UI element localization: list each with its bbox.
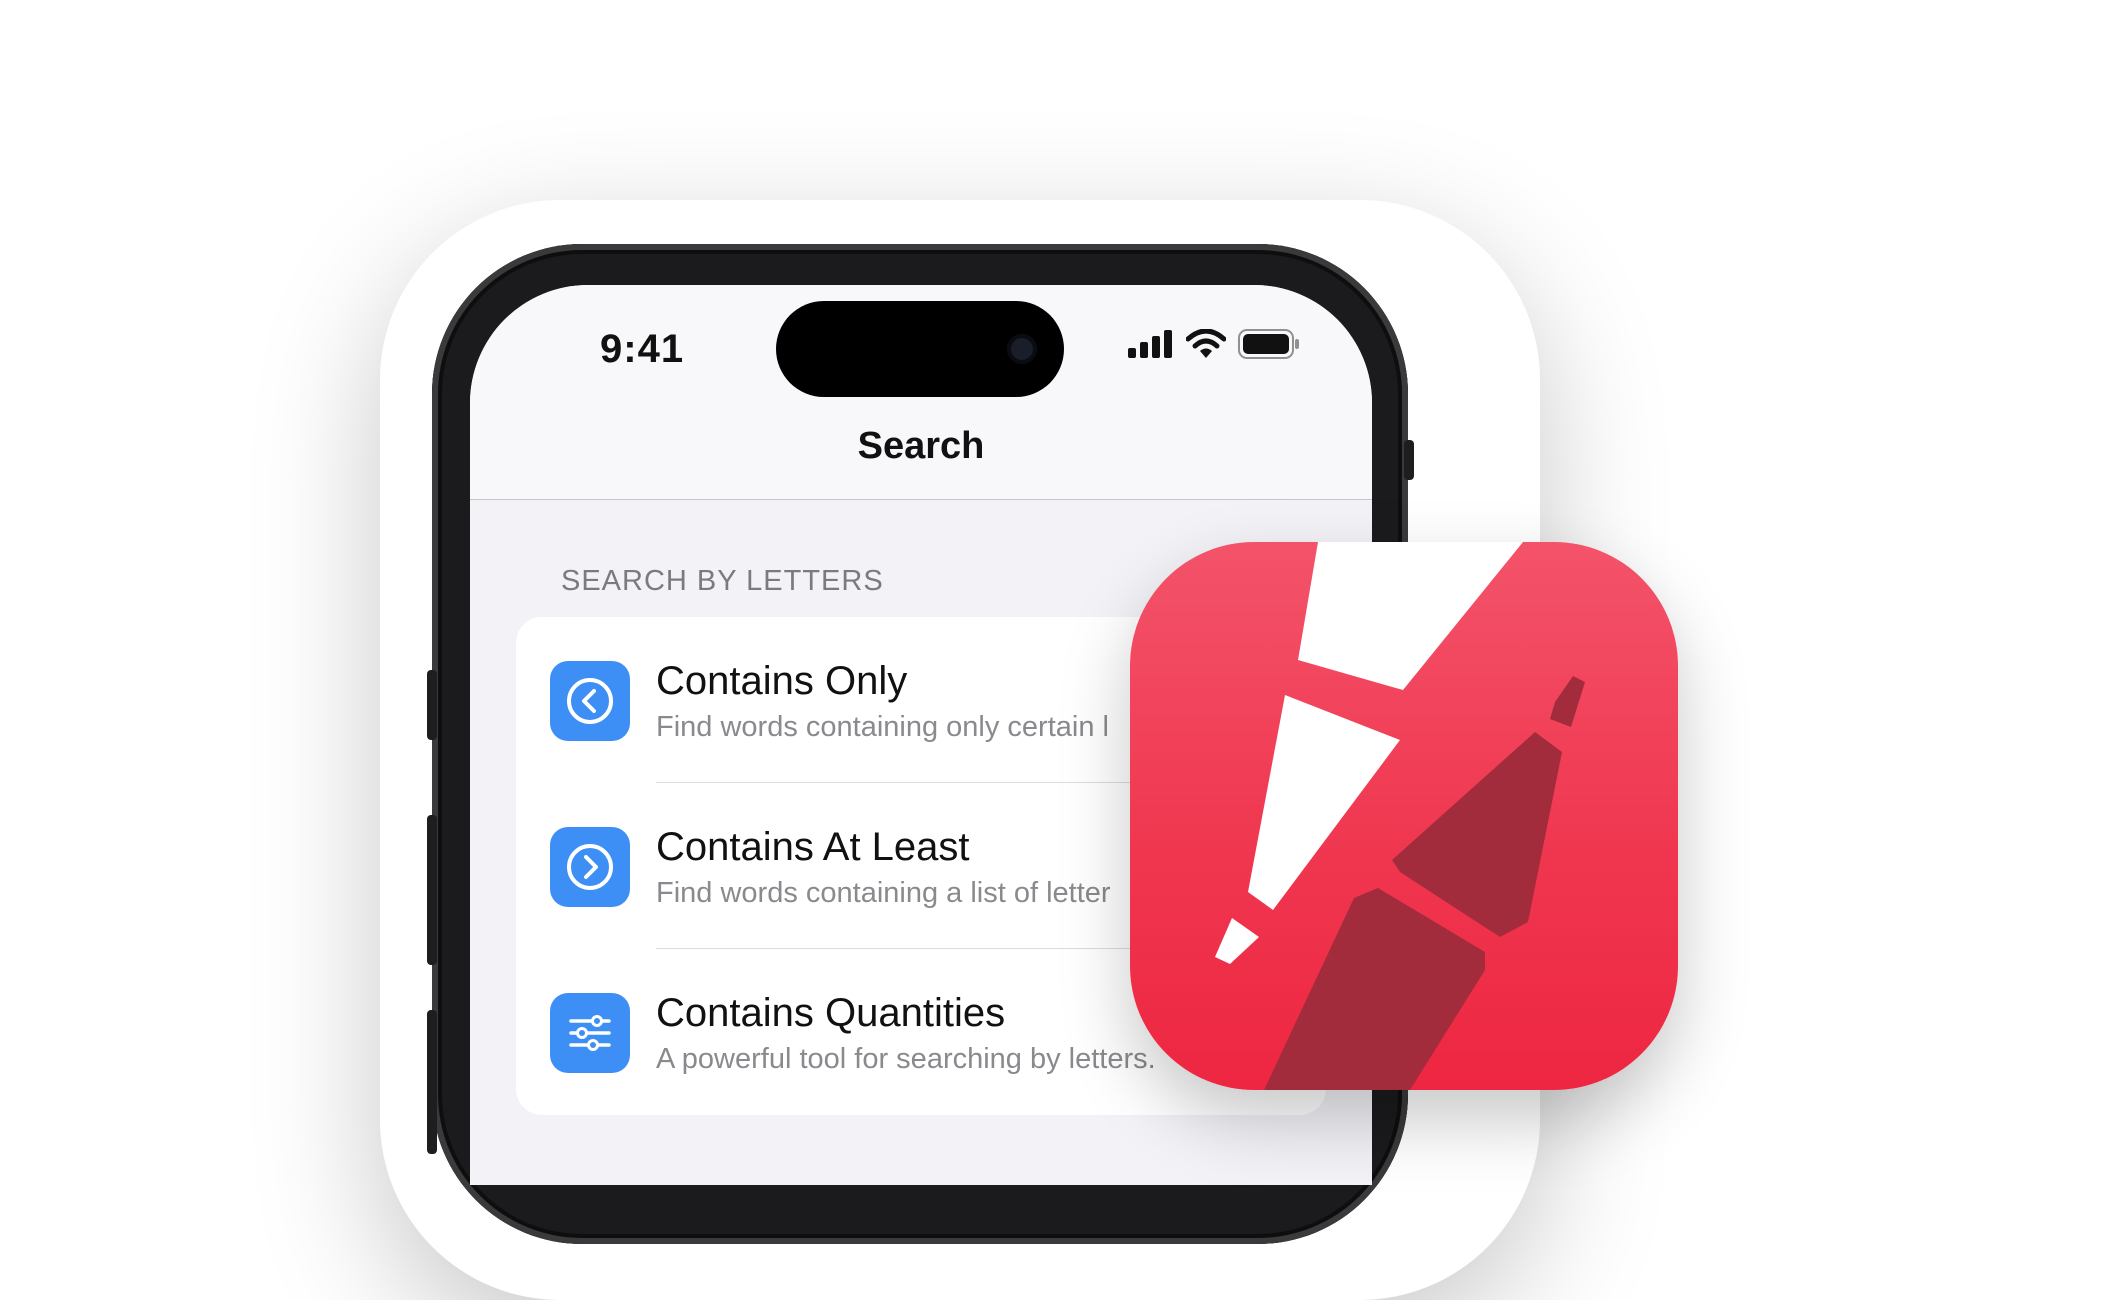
wifi-icon — [1186, 329, 1226, 358]
row-title: Contains Quantities — [656, 991, 1006, 1035]
row-subtitle: A powerful tool for searching by letters… — [656, 1043, 1156, 1075]
section-header: SEARCH BY LETTERS — [561, 565, 884, 597]
cellular-signal-icon — [1128, 330, 1172, 358]
row-subtitle: Find words containing a list of letter — [656, 877, 1111, 909]
volume-down-button — [427, 1010, 437, 1154]
action-button — [427, 670, 437, 740]
sliders-icon — [550, 993, 630, 1073]
battery-icon — [1238, 329, 1299, 359]
side-button — [1404, 440, 1414, 480]
chevron-right-circle-icon — [550, 827, 630, 907]
volume-up-button — [427, 815, 437, 965]
status-icons — [1128, 329, 1300, 359]
pen-nib-icon — [1215, 542, 1585, 1090]
dynamic-island — [776, 301, 1064, 397]
chevron-left-circle-icon — [550, 661, 630, 741]
row-title: Contains At Least — [656, 825, 970, 869]
row-title: Contains Only — [656, 659, 908, 703]
page-title: Search — [857, 425, 985, 467]
navigation-bar: 9:41 Search — [470, 285, 1372, 500]
app-icon — [1130, 542, 1678, 1090]
camera-icon — [1007, 334, 1037, 364]
status-time: 9:41 — [600, 327, 685, 371]
row-subtitle: Find words containing only certain l — [656, 711, 1109, 743]
